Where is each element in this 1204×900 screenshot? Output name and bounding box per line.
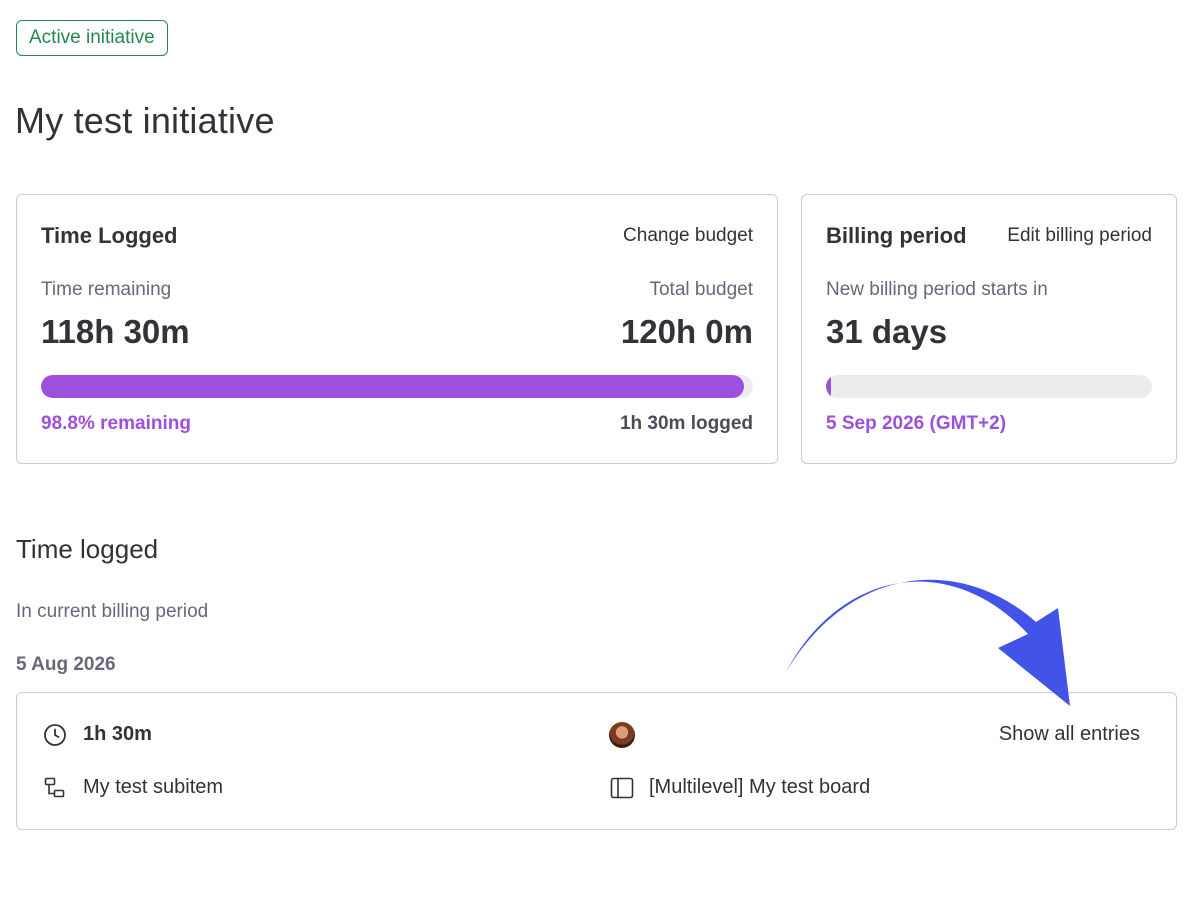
entry-duration: 1h 30m [83, 723, 152, 745]
billing-progress-bar [826, 375, 1152, 398]
status-badge: Active initiative [16, 20, 168, 56]
page-title: My test initiative [15, 100, 275, 141]
user-avatar[interactable] [609, 722, 635, 748]
entry-board-link[interactable]: [Multilevel] My test board [649, 776, 870, 799]
time-logged-card-title: Time Logged [41, 223, 178, 248]
billing-period-card: Billing period Edit billing period New b… [801, 194, 1177, 464]
page: Active initiative My test initiative Tim… [0, 0, 1204, 900]
time-progress-fill [41, 375, 745, 398]
time-remaining-value: 118h 30m [41, 313, 190, 350]
change-budget-button[interactable]: Change budget [623, 225, 753, 247]
subitem-icon [44, 777, 65, 798]
edit-billing-period-button[interactable]: Edit billing period [1007, 225, 1152, 247]
board-icon [610, 777, 634, 799]
time-logged-section-title: Time logged [16, 534, 159, 564]
time-logged-subtitle: In current billing period [16, 601, 209, 622]
show-all-entries-button[interactable]: Show all entries [999, 723, 1140, 746]
billing-progress-fill [826, 375, 832, 398]
entry-date-label: 5 Aug 2026 [16, 654, 116, 675]
clock-icon [44, 724, 66, 746]
billing-period-title: Billing period [826, 223, 967, 248]
entry-subitem-link[interactable]: My test subitem [83, 776, 223, 799]
time-logged-card: Time Logged Change budget Time remaining… [16, 194, 778, 464]
logged-amount-label: 1h 30m logged [619, 413, 753, 434]
billing-date-label: 5 Sep 2026 (GMT+2) [826, 413, 1007, 434]
billing-days-value: 31 days [826, 313, 948, 350]
total-budget-label: Total budget [649, 279, 753, 300]
billing-starts-label: New billing period starts in [826, 279, 1048, 300]
remaining-percent-label: 98.8% remaining [41, 413, 191, 434]
time-progress-bar [41, 375, 753, 398]
curved-arrow-icon [786, 579, 1070, 706]
total-budget-value: 120h 0m [620, 313, 753, 350]
time-remaining-label: Time remaining [41, 279, 172, 300]
